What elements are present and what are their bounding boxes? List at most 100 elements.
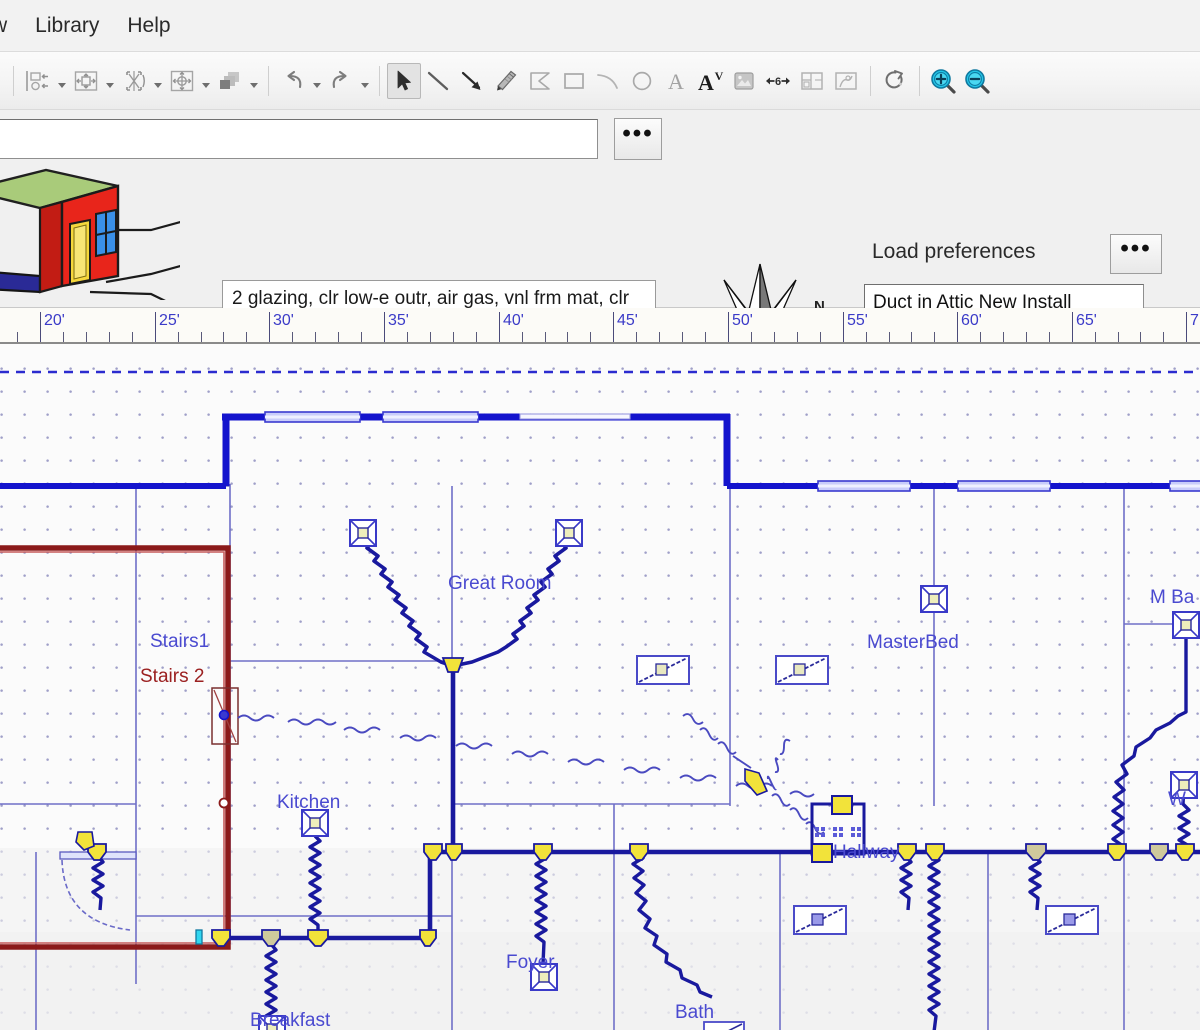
rectangle-tool[interactable] xyxy=(557,63,591,99)
floorplan-icon xyxy=(801,71,823,90)
ruler-minor-tick xyxy=(63,332,64,342)
ruler-major-tick xyxy=(843,312,844,342)
ruler-tick-label: 60' xyxy=(961,312,982,329)
dimension-icon: 6 xyxy=(766,75,790,88)
ruler-tick-label: 40' xyxy=(503,312,524,329)
zoom-in-button[interactable] xyxy=(927,63,961,99)
cursor-arrow-icon xyxy=(397,70,411,90)
align-tool-caret[interactable] xyxy=(55,63,69,99)
text-style-tool[interactable]: A V xyxy=(693,63,727,99)
ruler-minor-tick xyxy=(1118,332,1119,342)
building-preview xyxy=(0,164,189,313)
ruler-tick-label: 65' xyxy=(1076,312,1097,329)
ruler-minor-tick xyxy=(178,332,179,342)
undo-button-caret[interactable] xyxy=(310,63,324,99)
menu-library[interactable]: Library xyxy=(21,10,113,42)
image-tool[interactable] xyxy=(727,63,761,99)
toolbar-separator xyxy=(268,65,269,96)
ruler-major-tick xyxy=(613,312,614,342)
ruler-minor-tick xyxy=(1049,332,1050,342)
load-preferences-browse-button[interactable]: ••• xyxy=(1110,234,1162,274)
ruler-minor-tick xyxy=(636,332,637,342)
floorplan-drawing xyxy=(0,344,1200,1030)
return-grille[interactable] xyxy=(793,905,847,935)
undo-button[interactable] xyxy=(276,63,310,99)
layers-icon xyxy=(220,71,239,89)
pencil-tool[interactable] xyxy=(489,63,523,99)
arc-tool[interactable] xyxy=(591,63,625,99)
ruler-minor-tick xyxy=(453,332,454,342)
return-grille[interactable] xyxy=(775,655,829,685)
align-tool[interactable] xyxy=(21,63,55,99)
refresh-icon xyxy=(885,69,903,88)
supply-register[interactable] xyxy=(1170,771,1198,799)
supply-register[interactable] xyxy=(920,585,948,613)
align-icon xyxy=(26,70,48,91)
main-toolbar: A A V 6 xyxy=(0,52,1200,110)
zoom-in-icon xyxy=(931,68,956,94)
elevation-tool[interactable] xyxy=(829,63,863,99)
ruler-minor-tick xyxy=(361,332,362,342)
svg-text:V: V xyxy=(715,69,724,83)
horizontal-ruler[interactable]: 20' 25' 30' 35' 40' 45' 50' 55' 60' 65' 7 xyxy=(0,308,1200,344)
ruler-major-tick xyxy=(384,312,385,342)
ruler-minor-tick xyxy=(201,332,202,342)
ruler-minor-tick xyxy=(1003,332,1004,342)
construction-browse-button[interactable]: ••• xyxy=(614,118,662,160)
circle-tool[interactable] xyxy=(625,63,659,99)
refresh-tool[interactable] xyxy=(878,63,912,99)
arrow-tool[interactable] xyxy=(455,63,489,99)
select-tool[interactable] xyxy=(387,62,421,99)
supply-register[interactable] xyxy=(349,519,377,547)
ruler-minor-tick xyxy=(774,332,775,342)
snap-tool[interactable] xyxy=(117,63,151,99)
arc-icon xyxy=(597,73,618,89)
menu-help[interactable]: Help xyxy=(113,10,184,42)
zoom-out-button[interactable] xyxy=(961,63,995,99)
ruler-major-tick xyxy=(1186,312,1187,342)
menu-view-clipped[interactable]: w xyxy=(0,10,21,42)
ruler-minor-tick xyxy=(476,332,477,342)
distribute-tool[interactable] xyxy=(69,63,103,99)
polygon-tool[interactable] xyxy=(523,63,557,99)
ruler-minor-tick xyxy=(522,332,523,342)
ruler-minor-tick xyxy=(820,332,821,342)
ruler-tick-label: 45' xyxy=(617,312,638,329)
ruler-tick-label: 7 xyxy=(1190,312,1199,329)
ruler-tick-label: 30' xyxy=(273,312,294,329)
redo-button-caret[interactable] xyxy=(358,63,372,99)
ruler-major-tick xyxy=(957,312,958,342)
distribute-tool-caret[interactable] xyxy=(103,63,117,99)
move-tool[interactable] xyxy=(165,63,199,99)
rectangle-icon xyxy=(564,72,584,89)
redo-button[interactable] xyxy=(324,63,358,99)
svg-text:A: A xyxy=(668,69,684,93)
ruler-minor-tick xyxy=(1163,332,1164,342)
supply-register[interactable] xyxy=(258,1015,286,1030)
snap-tool-caret[interactable] xyxy=(151,63,165,99)
supply-register[interactable] xyxy=(301,809,329,837)
floorplan-tool[interactable] xyxy=(795,63,829,99)
move-tool-caret[interactable] xyxy=(199,63,213,99)
zoom-out-icon xyxy=(965,68,990,94)
supply-register[interactable] xyxy=(1172,611,1200,639)
supply-register[interactable] xyxy=(555,519,583,547)
return-grille[interactable] xyxy=(636,655,690,685)
image-icon xyxy=(734,71,754,90)
return-grille[interactable] xyxy=(703,1021,745,1030)
floorplan-canvas[interactable]: Great Room Stairs1 Stairs 2 Kitchen MasterBe… xyxy=(0,344,1200,1030)
redo-icon xyxy=(332,70,347,88)
arrow-icon xyxy=(461,71,481,90)
ruler-minor-tick xyxy=(889,332,890,342)
layer-tool-caret[interactable] xyxy=(247,63,261,99)
return-grille[interactable] xyxy=(1045,905,1099,935)
layer-tool[interactable] xyxy=(213,63,247,99)
text-tool[interactable]: A xyxy=(659,63,693,99)
supply-register[interactable] xyxy=(530,963,558,991)
load-preferences-label: Load preferences xyxy=(872,240,1036,263)
circle-icon xyxy=(632,71,652,90)
snap-icon xyxy=(126,70,145,91)
dimension-tool[interactable]: 6 xyxy=(761,63,795,99)
construction-search-input[interactable] xyxy=(0,119,598,159)
line-tool[interactable] xyxy=(421,63,455,99)
